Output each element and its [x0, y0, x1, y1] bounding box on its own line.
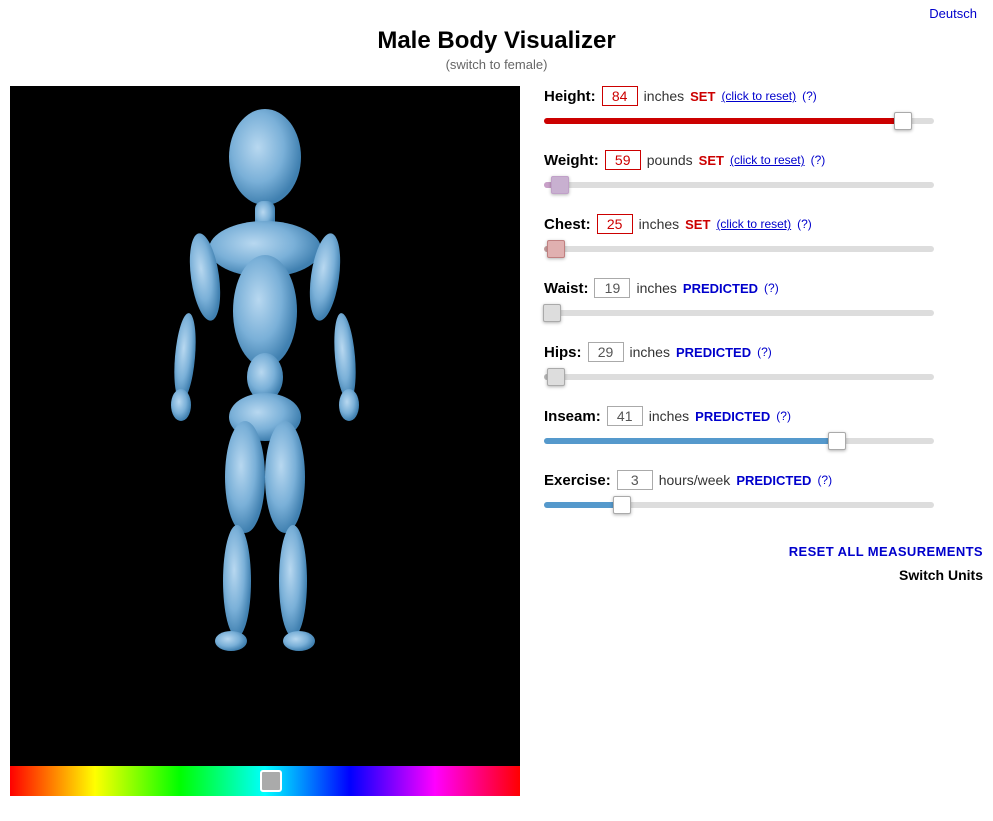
height-track [544, 118, 934, 124]
body-3d-view [10, 86, 520, 756]
weight-help[interactable]: (?) [811, 153, 826, 167]
height-label: Height: [544, 88, 596, 105]
waist-thumb[interactable] [543, 304, 561, 322]
weight-unit: pounds [647, 152, 693, 168]
inseam-value[interactable]: 41 [607, 406, 643, 426]
height-help[interactable]: (?) [802, 89, 817, 103]
exercise-thumb[interactable] [613, 496, 631, 514]
inseam-label: Inseam: [544, 408, 601, 425]
body-figure [105, 101, 425, 741]
height-reset[interactable]: (click to reset) [721, 89, 796, 103]
height-fill [544, 118, 903, 124]
hips-help[interactable]: (?) [757, 345, 772, 359]
height-unit: inches [644, 88, 684, 104]
chest-control: Chest: 25 inches SET (click to reset) (?… [544, 214, 983, 258]
waist-unit: inches [636, 280, 676, 296]
chest-value[interactable]: 25 [597, 214, 633, 234]
weight-status[interactable]: SET [699, 153, 724, 168]
weight-reset[interactable]: (click to reset) [730, 153, 805, 167]
exercise-control: Exercise: 3 hours/week PREDICTED (?) [544, 470, 983, 514]
hips-value[interactable]: 29 [588, 342, 624, 362]
switch-gender-link[interactable]: (switch to female) [446, 57, 548, 72]
body-viewer [10, 86, 520, 796]
reset-all-button[interactable]: RESET ALL MEASUREMENTS [789, 544, 983, 559]
controls-panel: Height: 84 inches SET (click to reset) (… [520, 86, 983, 583]
waist-label: Waist: [544, 280, 588, 297]
weight-slider[interactable] [544, 176, 983, 194]
chest-track [544, 246, 934, 252]
exercise-value[interactable]: 3 [617, 470, 653, 490]
chest-thumb[interactable] [547, 240, 565, 258]
chest-reset[interactable]: (click to reset) [716, 217, 791, 231]
chest-label: Chest: [544, 216, 591, 233]
inseam-unit: inches [649, 408, 689, 424]
hips-slider[interactable] [544, 368, 983, 386]
hips-unit: inches [630, 344, 670, 360]
chest-status[interactable]: SET [685, 217, 710, 232]
weight-track [544, 182, 934, 188]
height-control: Height: 84 inches SET (click to reset) (… [544, 86, 983, 130]
inseam-control: Inseam: 41 inches PREDICTED (?) [544, 406, 983, 450]
exercise-fill [544, 502, 622, 508]
inseam-fill [544, 438, 837, 444]
color-bar-thumb[interactable] [260, 770, 282, 792]
main-layout: Height: 84 inches SET (click to reset) (… [0, 86, 993, 796]
switch-units-button[interactable]: Switch Units [899, 567, 983, 583]
inseam-track [544, 438, 934, 444]
waist-help[interactable]: (?) [764, 281, 779, 295]
weight-thumb[interactable] [551, 176, 569, 194]
height-thumb[interactable] [894, 112, 912, 130]
switch-gender[interactable]: (switch to female) [0, 57, 993, 72]
weight-label: Weight: [544, 152, 599, 169]
height-slider[interactable] [544, 112, 983, 130]
weight-control: Weight: 59 pounds SET (click to reset) (… [544, 150, 983, 194]
chest-help[interactable]: (?) [797, 217, 812, 231]
inseam-status[interactable]: PREDICTED [695, 409, 770, 424]
height-value[interactable]: 84 [602, 86, 638, 106]
hips-thumb[interactable] [547, 368, 565, 386]
waist-value[interactable]: 19 [594, 278, 630, 298]
exercise-status[interactable]: PREDICTED [736, 473, 811, 488]
inseam-help[interactable]: (?) [776, 409, 791, 423]
weight-value[interactable]: 59 [605, 150, 641, 170]
waist-control: Waist: 19 inches PREDICTED (?) [544, 278, 983, 322]
top-bar: Deutsch [0, 0, 993, 27]
waist-status[interactable]: PREDICTED [683, 281, 758, 296]
exercise-unit: hours/week [659, 472, 731, 488]
chest-slider[interactable] [544, 240, 983, 258]
hips-track [544, 374, 934, 380]
hips-control: Hips: 29 inches PREDICTED (?) [544, 342, 983, 386]
exercise-help[interactable]: (?) [817, 473, 832, 487]
language-link[interactable]: Deutsch [929, 6, 977, 21]
exercise-track [544, 502, 934, 508]
exercise-label: Exercise: [544, 472, 611, 489]
waist-track [544, 310, 934, 316]
height-status[interactable]: SET [690, 89, 715, 104]
waist-slider[interactable] [544, 304, 983, 322]
hips-label: Hips: [544, 344, 582, 361]
chest-unit: inches [639, 216, 679, 232]
hips-status[interactable]: PREDICTED [676, 345, 751, 360]
page-title: Male Body Visualizer [0, 27, 993, 55]
exercise-slider[interactable] [544, 496, 983, 514]
color-bar[interactable] [10, 766, 520, 796]
app-title: Male Body Visualizer [0, 27, 993, 55]
inseam-thumb[interactable] [828, 432, 846, 450]
bottom-actions: RESET ALL MEASUREMENTS Switch Units [544, 544, 983, 583]
inseam-slider[interactable] [544, 432, 983, 450]
